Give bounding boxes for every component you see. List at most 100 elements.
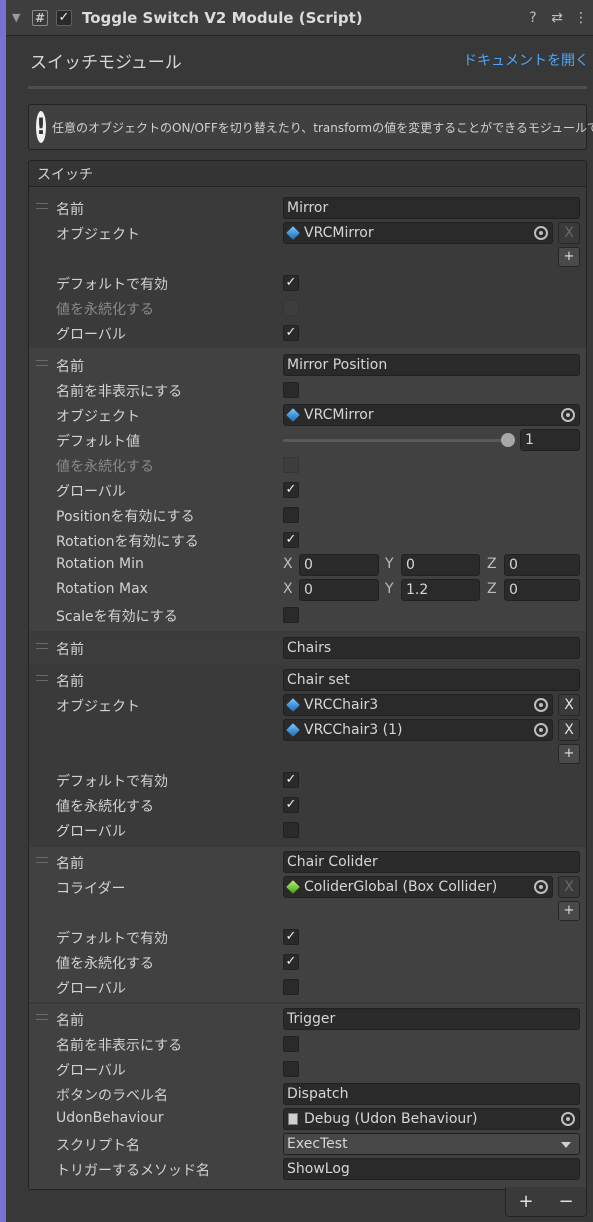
rotation-min-z-field[interactable]: 0 <box>504 554 580 576</box>
object-picker-icon[interactable] <box>561 1112 575 1126</box>
persist-label: 値を永続化する <box>56 799 154 815</box>
default-enabled-checkbox[interactable]: ✓ <box>283 929 299 945</box>
component-enabled-checkbox[interactable]: ✓ <box>56 9 72 26</box>
drag-handle-icon[interactable] <box>36 675 48 681</box>
rotation-min-y-field[interactable]: 0 <box>401 554 480 576</box>
script-name-label: スクリプト名 <box>56 1138 140 1154</box>
name-field[interactable]: Mirror Position <box>283 354 580 376</box>
remove-element-button[interactable]: − <box>558 1191 573 1212</box>
list-item-mirror-position: 名前 Mirror Position 名前を非表示にする オブジェクト VRCM… <box>29 348 586 631</box>
object-field[interactable]: VRCMirror <box>283 404 580 426</box>
persist-checkbox[interactable]: ✓ <box>283 954 299 970</box>
rotation-max-y-field[interactable]: 1.2 <box>401 579 480 601</box>
global-label: グローバル <box>56 824 126 840</box>
rotation-enable-checkbox[interactable]: ✓ <box>283 532 299 548</box>
name-field[interactable]: Chairs <box>283 637 580 659</box>
scale-enable-checkbox[interactable] <box>283 607 299 623</box>
object-value: VRCChair3 <box>304 697 379 713</box>
object-field[interactable]: VRCChair3 <box>283 694 553 716</box>
drag-handle-icon[interactable] <box>36 857 48 863</box>
scale-enable-label: Scaleを有効にする <box>56 609 178 625</box>
name-label: 名前 <box>56 1013 84 1029</box>
global-checkbox[interactable]: ✓ <box>283 482 299 498</box>
collider-value: ColiderGlobal (Box Collider) <box>304 879 498 895</box>
rotation-min-x-field[interactable]: 0 <box>299 554 379 576</box>
gameobject-icon <box>286 226 300 240</box>
list-item-mirror: 名前 Mirror オブジェクト VRCMirror X + デフォルトで有効 … <box>29 195 586 345</box>
default-enabled-checkbox[interactable]: ✓ <box>283 275 299 291</box>
add-object-button[interactable]: + <box>558 247 580 267</box>
global-checkbox[interactable] <box>283 822 299 838</box>
object-picker-icon[interactable] <box>561 408 575 422</box>
preset-icon[interactable]: ⇄ <box>545 10 569 26</box>
script-icon: # <box>32 9 48 26</box>
name-label: 名前 <box>56 202 84 218</box>
context-menu-icon[interactable]: ⋮ <box>569 10 593 26</box>
list-footer: + − <box>505 1187 587 1217</box>
switch-list-header: スイッチ <box>29 161 586 187</box>
add-element-button[interactable]: + <box>518 1191 533 1212</box>
name-field[interactable]: Trigger <box>283 1008 580 1030</box>
persist-checkbox[interactable]: ✓ <box>283 797 299 813</box>
persist-checkbox <box>283 457 299 473</box>
rotation-enable-label: Rotationを有効にする <box>56 534 199 550</box>
hide-name-checkbox[interactable] <box>283 382 299 398</box>
collider-field[interactable]: ColiderGlobal (Box Collider) <box>283 876 553 898</box>
position-enable-label: Positionを有効にする <box>56 509 195 525</box>
object-field[interactable]: VRCMirror <box>283 222 553 244</box>
dropdown-arrow-icon <box>561 1142 571 1148</box>
component-header[interactable]: ▼ # ✓ Toggle Switch V2 Module (Script) ?… <box>6 0 593 36</box>
help-icon[interactable]: ? <box>521 10 545 26</box>
default-enabled-checkbox[interactable]: ✓ <box>283 772 299 788</box>
object-field[interactable]: VRCChair3 (1) <box>283 719 553 741</box>
position-enable-checkbox[interactable] <box>283 507 299 523</box>
object-picker-icon[interactable] <box>534 698 548 712</box>
drag-handle-icon[interactable] <box>36 203 48 209</box>
axis-z-label: Z <box>487 581 497 597</box>
default-value-label: デフォルト値 <box>56 434 140 450</box>
remove-collider-button[interactable]: X <box>558 876 580 898</box>
box-collider-icon <box>286 880 300 894</box>
object-picker-icon[interactable] <box>534 226 548 240</box>
name-field[interactable]: Mirror <box>283 197 580 219</box>
default-value-slider[interactable] <box>283 439 508 442</box>
add-collider-button[interactable]: + <box>558 901 580 921</box>
rotation-min-label: Rotation Min <box>56 556 144 572</box>
object-label: オブジェクト <box>56 409 140 425</box>
button-label-field[interactable]: Dispatch <box>283 1083 580 1105</box>
global-checkbox[interactable]: ✓ <box>283 325 299 341</box>
button-label-label: ボタンのラベル名 <box>56 1088 168 1104</box>
axis-y-label: Y <box>385 581 394 597</box>
slider-knob[interactable] <box>501 433 515 447</box>
foldout-arrow-icon[interactable]: ▼ <box>12 11 24 24</box>
udon-behaviour-label: UdonBehaviour <box>56 1110 164 1126</box>
name-field[interactable]: Chair set <box>283 669 580 691</box>
script-name-dropdown[interactable]: ExecTest <box>283 1133 580 1155</box>
object-picker-icon[interactable] <box>534 880 548 894</box>
gameobject-icon <box>286 723 300 737</box>
drag-handle-icon[interactable] <box>36 1014 48 1020</box>
default-value-field[interactable]: 1 <box>520 429 580 451</box>
default-enabled-label: デフォルトで有効 <box>56 931 168 947</box>
remove-object-button[interactable]: X <box>558 222 580 244</box>
global-checkbox[interactable] <box>283 1061 299 1077</box>
drag-handle-icon[interactable] <box>36 643 48 649</box>
persist-label: 値を永続化する <box>56 302 154 318</box>
info-icon: ! <box>36 111 47 143</box>
method-name-field[interactable]: ShowLog <box>283 1158 580 1180</box>
name-field[interactable]: Chair Colider <box>283 851 580 873</box>
hide-name-checkbox[interactable] <box>283 1036 299 1052</box>
remove-object-button[interactable]: X <box>558 719 580 741</box>
list-item-chairs: 名前 Chairs <box>29 633 586 665</box>
object-picker-icon[interactable] <box>534 723 548 737</box>
open-documentation-link[interactable]: ドキュメントを開く <box>463 50 589 70</box>
drag-handle-icon[interactable] <box>36 360 48 366</box>
udon-behaviour-field[interactable]: Debug (Udon Behaviour) <box>283 1108 580 1130</box>
rotation-max-z-field[interactable]: 0 <box>504 579 580 601</box>
add-object-button[interactable]: + <box>558 744 580 764</box>
global-checkbox[interactable] <box>283 979 299 995</box>
rotation-max-x-field[interactable]: 0 <box>299 579 379 601</box>
remove-object-button[interactable]: X <box>558 694 580 716</box>
object-value: VRCChair3 (1) <box>304 722 403 738</box>
rotation-max-label: Rotation Max <box>56 581 148 597</box>
